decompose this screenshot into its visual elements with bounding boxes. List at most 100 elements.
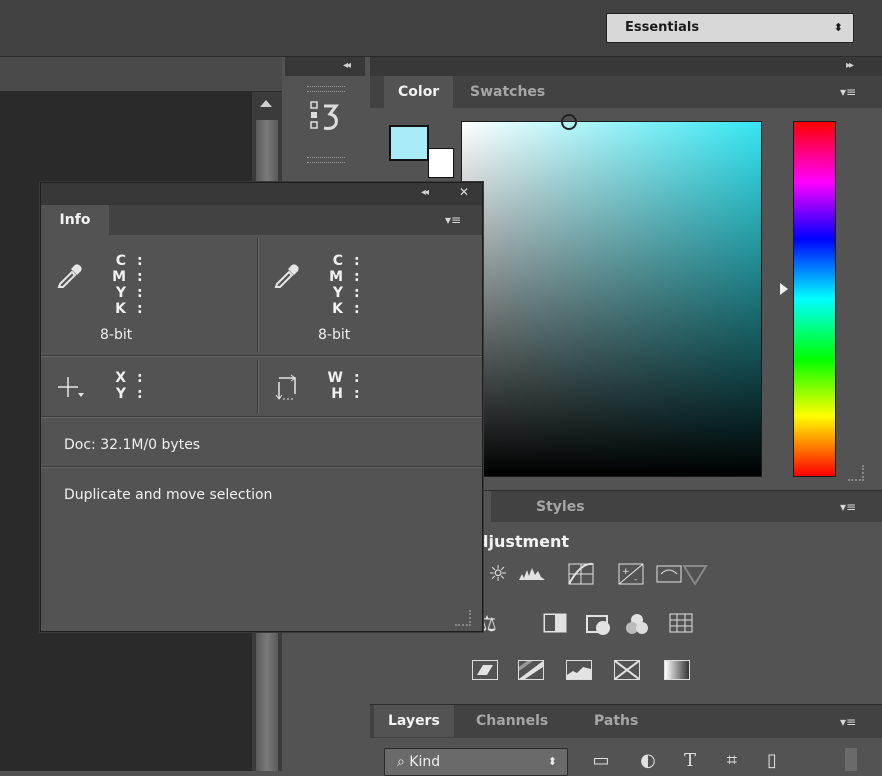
photo-filter-icon[interactable]	[584, 612, 614, 642]
svg-text:-: -	[634, 575, 637, 585]
panel-menu-icon[interactable]: ▾≡	[840, 85, 856, 99]
layer-kind-filter-select[interactable]: ⌕ Kind ⬍	[384, 748, 568, 776]
exposure-icon[interactable]: + -	[617, 562, 647, 592]
color-lookup-icon[interactable]	[666, 612, 696, 640]
coord-label-x: X	[115, 370, 126, 386]
black-white-icon[interactable]	[540, 612, 570, 640]
divider	[257, 238, 259, 352]
tab-swatches[interactable]: Swatches	[456, 76, 559, 108]
image-filter-icon[interactable]: ▭	[589, 750, 613, 771]
collapse-panel-icon[interactable]: ◂◂	[421, 187, 429, 198]
eyedropper-icon	[56, 262, 84, 294]
foreground-color-swatch[interactable]	[389, 125, 429, 161]
search-icon: ⌕	[397, 754, 410, 770]
tab-channels[interactable]: Channels	[462, 705, 562, 737]
selection-size-icon	[273, 372, 303, 406]
channel-label-c: C	[332, 253, 343, 269]
svg-text:+: +	[622, 567, 630, 577]
dock-grip[interactable]	[307, 86, 345, 92]
scroll-up-arrow-icon[interactable]	[260, 100, 272, 107]
divider	[41, 355, 482, 357]
hue-slider-bar[interactable]	[793, 121, 836, 477]
brightness-contrast-icon[interactable]: ☼	[483, 562, 513, 587]
adjustments-title: djustment	[477, 532, 570, 551]
color-picker-ring[interactable]	[561, 114, 577, 130]
bit-depth: 8-bit	[318, 327, 351, 343]
invert-icon[interactable]	[472, 660, 498, 680]
collapse-left-icon[interactable]: ◂◂	[343, 60, 351, 71]
workspace-label: Essentials	[625, 20, 700, 35]
eyedropper-icon	[273, 262, 301, 294]
background-color-swatch[interactable]	[428, 148, 454, 178]
colon: :	[137, 285, 143, 301]
hue-slider-handle[interactable]	[780, 283, 788, 295]
colon: :	[354, 386, 360, 402]
panel-menu-icon[interactable]: ▾≡	[445, 213, 461, 227]
info-panel	[40, 182, 483, 632]
channel-label-c: C	[115, 253, 126, 269]
tab-layers[interactable]: Layers	[374, 705, 454, 737]
selective-color-icon[interactable]	[664, 660, 690, 680]
threshold-icon[interactable]	[566, 660, 592, 680]
tab-styles[interactable]: Styles	[522, 491, 599, 523]
curves-icon[interactable]	[567, 562, 597, 592]
panel-resize-grip[interactable]	[455, 610, 471, 626]
gradient-map-icon[interactable]	[614, 660, 640, 680]
color-panel-tabs: Color Swatches ▾≡	[370, 76, 882, 108]
dock-grip[interactable]	[307, 157, 345, 163]
history-icon[interactable]	[304, 100, 348, 140]
levels-icon[interactable]	[517, 562, 547, 590]
smart-object-filter-icon[interactable]: ▯	[760, 750, 784, 771]
channel-label-y: Y	[332, 285, 343, 301]
layers-panel-tabs: Layers Channels Paths ▾≡	[370, 704, 882, 739]
posterize-icon[interactable]	[518, 660, 544, 680]
panel-menu-icon[interactable]: ▾≡	[840, 715, 856, 729]
shape-filter-icon[interactable]: ⌗	[720, 750, 744, 771]
colon: :	[137, 370, 143, 386]
filter-toggle[interactable]	[845, 748, 857, 771]
expand-right-icon[interactable]: ▸▸	[846, 60, 854, 71]
hue-saturation-icon[interactable]	[680, 562, 710, 592]
colon: :	[354, 370, 360, 386]
select-arrows-icon: ⬍	[547, 755, 557, 768]
kind-label: Kind	[409, 754, 441, 770]
colon: :	[137, 301, 143, 317]
select-arrows-icon: ⬍	[833, 21, 843, 34]
tab-color[interactable]: Color	[384, 76, 454, 108]
colon: :	[354, 253, 360, 269]
collapsed-dock-header[interactable]: ◂◂	[285, 57, 365, 76]
dock-header[interactable]: ▸▸	[370, 57, 882, 76]
panel-menu-icon[interactable]: ▾≡	[840, 500, 856, 514]
channel-label-y: Y	[115, 285, 126, 301]
info-panel-header[interactable]: ◂◂ ✕	[41, 183, 482, 205]
workspace-select[interactable]: Essentials ⬍	[606, 13, 854, 43]
colon: :	[354, 301, 360, 317]
channel-label-k: K	[115, 301, 126, 317]
divider	[257, 360, 259, 414]
channel-label-m: M	[112, 269, 126, 285]
channel-mixer-icon[interactable]	[622, 612, 652, 642]
coord-label-y: Y	[115, 386, 126, 402]
colon: :	[354, 269, 360, 285]
channel-label-m: M	[329, 269, 343, 285]
divider	[41, 416, 482, 418]
bit-depth: 8-bit	[100, 327, 133, 343]
panel-resize-grip[interactable]	[848, 465, 864, 481]
adjustment-filter-icon[interactable]: ◐	[636, 750, 660, 771]
close-icon[interactable]: ✕	[459, 185, 469, 199]
document-size-info: Doc: 32.1M/0 bytes	[64, 437, 201, 453]
tab-info[interactable]: Info	[41, 205, 109, 235]
crosshair-icon	[56, 375, 86, 405]
size-label-h: H	[331, 386, 343, 402]
divider	[41, 466, 482, 468]
document-tab-bar	[0, 57, 282, 92]
color-field[interactable]	[461, 121, 762, 477]
colon: :	[354, 285, 360, 301]
type-filter-icon[interactable]: T	[678, 750, 702, 771]
colon: :	[137, 386, 143, 402]
channel-label-k: K	[332, 301, 343, 317]
tool-status-message: Duplicate and move selection	[64, 487, 273, 503]
colon: :	[137, 253, 143, 269]
tab-paths[interactable]: Paths	[580, 705, 652, 737]
size-label-w: W	[327, 370, 343, 386]
